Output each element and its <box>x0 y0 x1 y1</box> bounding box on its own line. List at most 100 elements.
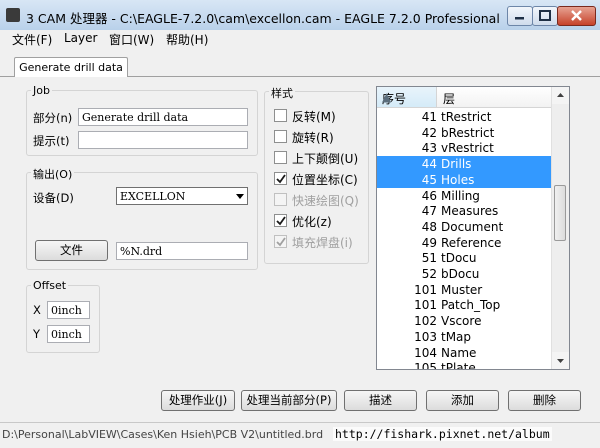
layer-name: Milling <box>441 188 480 203</box>
close-icon[interactable] <box>557 6 596 26</box>
menu-file[interactable]: 文件(F) <box>12 31 52 48</box>
layer-name: tMap <box>441 329 472 344</box>
layer-row[interactable]: 101 Patch_Top <box>377 297 553 313</box>
tab-generate-drill-data[interactable]: Generate drill data <box>14 57 128 77</box>
mirror-label: 反转(M) <box>292 110 336 124</box>
layer-row[interactable]: 48 Document <box>377 219 553 235</box>
layer-list[interactable]: 序号 ▲ 层 41 tRestrict 42 bRestrict 43 vRestrict… <box>376 86 570 370</box>
layer-row[interactable]: 102 Vscore <box>377 313 553 329</box>
layer-number: 102 <box>414 314 437 329</box>
tab-label: Generate drill data <box>19 61 123 74</box>
job-group-label: Job <box>31 84 52 97</box>
layer-row[interactable]: 43 vRestrict <box>377 140 553 156</box>
optimize-label: 优化(z) <box>292 215 332 229</box>
minimize-icon[interactable] <box>507 6 533 26</box>
quick-plot-label: 快速绘图(Q) <box>292 194 359 208</box>
layer-name: Reference <box>441 235 502 250</box>
prompt-input[interactable] <box>78 131 248 149</box>
checkmark-icon <box>276 174 286 184</box>
device-label: 设备(D) <box>33 191 74 205</box>
layer-row[interactable]: 44 Drills <box>377 156 553 173</box>
section-label: 部分(n) <box>33 111 73 125</box>
menu-bar: 文件(F) Layer 窗口(W) 帮助(H) <box>0 30 600 48</box>
offset-x-input[interactable]: 0inch <box>47 301 90 319</box>
rotate-checkbox[interactable] <box>274 130 287 143</box>
layer-name: tPlate <box>441 361 476 370</box>
layer-row[interactable]: 45 Holes <box>377 171 553 188</box>
layer-number: 52 <box>421 267 437 281</box>
eagle-app-icon[interactable] <box>6 8 20 22</box>
layer-name: Measures <box>441 204 499 219</box>
status-board-path: D:\Personal\LabVIEW\Cases\Ken Hsieh\PCB … <box>2 428 324 441</box>
layer-number: 101 <box>414 298 437 313</box>
menu-help[interactable]: 帮助(H) <box>166 31 208 48</box>
menu-layer[interactable]: Layer <box>64 31 97 45</box>
layer-row[interactable]: 52 bDocu <box>377 266 553 282</box>
layer-number: 49 <box>421 235 437 250</box>
process-section-button[interactable]: 处理当前部分(P) <box>241 390 337 411</box>
scroll-thumb[interactable] <box>554 185 566 241</box>
checkmark-icon <box>276 216 286 226</box>
layer-row[interactable]: 105 tPlate <box>377 360 553 370</box>
layer-number: 46 <box>421 188 437 203</box>
fill-pads-checkbox[interactable] <box>274 235 287 248</box>
describe-button[interactable]: 描述 <box>344 390 417 411</box>
upside-down-label: 上下颠倒(U) <box>292 152 359 166</box>
file-input[interactable]: %N.drd <box>116 242 248 260</box>
chevron-down-icon <box>236 194 244 199</box>
layer-number: 43 <box>421 141 437 156</box>
quick-plot-checkbox[interactable] <box>274 193 287 206</box>
watermark-url: http://fishark.pixnet.net/album <box>333 427 552 441</box>
mirror-checkbox[interactable] <box>274 109 287 122</box>
layer-name: Document <box>441 219 504 234</box>
layer-number: 44 <box>421 157 437 172</box>
column-header-layer[interactable]: 层 <box>443 90 455 107</box>
layer-name: vRestrict <box>441 141 494 156</box>
title-bar[interactable]: 3 CAM 处理器 - C:\EAGLE-7.2.0\cam\excellon.… <box>0 0 600 31</box>
layer-row[interactable]: 42 bRestrict <box>377 125 553 141</box>
cam-processor-window: 3 CAM 处理器 - C:\EAGLE-7.2.0\cam\excellon.… <box>0 0 600 448</box>
layer-row[interactable]: 46 Milling <box>377 188 553 204</box>
sort-ascending-icon: ▲ <box>382 90 392 104</box>
window-title: 3 CAM 处理器 - C:\EAGLE-7.2.0\cam\excellon.… <box>26 11 500 26</box>
layer-row[interactable]: 101 Muster <box>377 282 553 298</box>
upside-down-checkbox[interactable] <box>274 151 287 164</box>
fill-pads-label: 填充焊盘(i) <box>292 236 353 250</box>
layer-row[interactable]: 41 tRestrict <box>377 109 553 125</box>
output-group-label: 输出(O) <box>31 166 75 182</box>
pos-coord-checkbox[interactable] <box>274 172 287 185</box>
column-header-number[interactable]: 序号 ▲ <box>377 87 437 107</box>
layer-row[interactable]: 104 Name <box>377 345 553 361</box>
maximize-icon[interactable] <box>532 6 558 26</box>
pos-coord-label: 位置坐标(C) <box>292 173 358 187</box>
layer-name: Vscore <box>441 314 482 329</box>
optimize-checkbox[interactable] <box>274 214 287 227</box>
layer-row[interactable]: 103 tMap <box>377 329 553 345</box>
process-job-button[interactable]: 处理作业(J) <box>161 390 235 411</box>
layer-number: 41 <box>421 110 437 124</box>
layer-row[interactable]: 49 Reference <box>377 235 553 251</box>
offset-y-input[interactable]: 0inch <box>47 325 90 343</box>
scroll-up-icon[interactable] <box>552 87 569 104</box>
delete-button[interactable]: 删除 <box>508 390 581 411</box>
add-button[interactable]: 添加 <box>426 390 499 411</box>
file-button[interactable]: 文件 <box>35 240 108 261</box>
layer-number: 51 <box>421 251 437 266</box>
rotate-label: 旋转(R) <box>292 131 334 145</box>
device-select[interactable]: EXCELLON <box>116 187 248 205</box>
layer-name: bRestrict <box>441 125 495 140</box>
layer-row[interactable]: 47 Measures <box>377 203 553 219</box>
layer-number: 42 <box>421 125 437 140</box>
scroll-down-icon[interactable] <box>552 352 569 369</box>
layer-name: Drills <box>441 157 472 172</box>
offset-y-label: Y <box>33 327 41 341</box>
layer-list-scrollbar[interactable] <box>551 87 569 369</box>
checkmark-icon <box>276 237 286 247</box>
layer-row[interactable]: 51 tDocu <box>377 250 553 266</box>
layer-name: bDocu <box>441 267 480 281</box>
section-input[interactable]: Generate drill data <box>78 108 248 126</box>
layer-number: 47 <box>421 204 437 219</box>
layer-name: tRestrict <box>441 110 492 124</box>
menu-window[interactable]: 窗口(W) <box>109 31 154 48</box>
layer-number: 45 <box>421 172 437 187</box>
